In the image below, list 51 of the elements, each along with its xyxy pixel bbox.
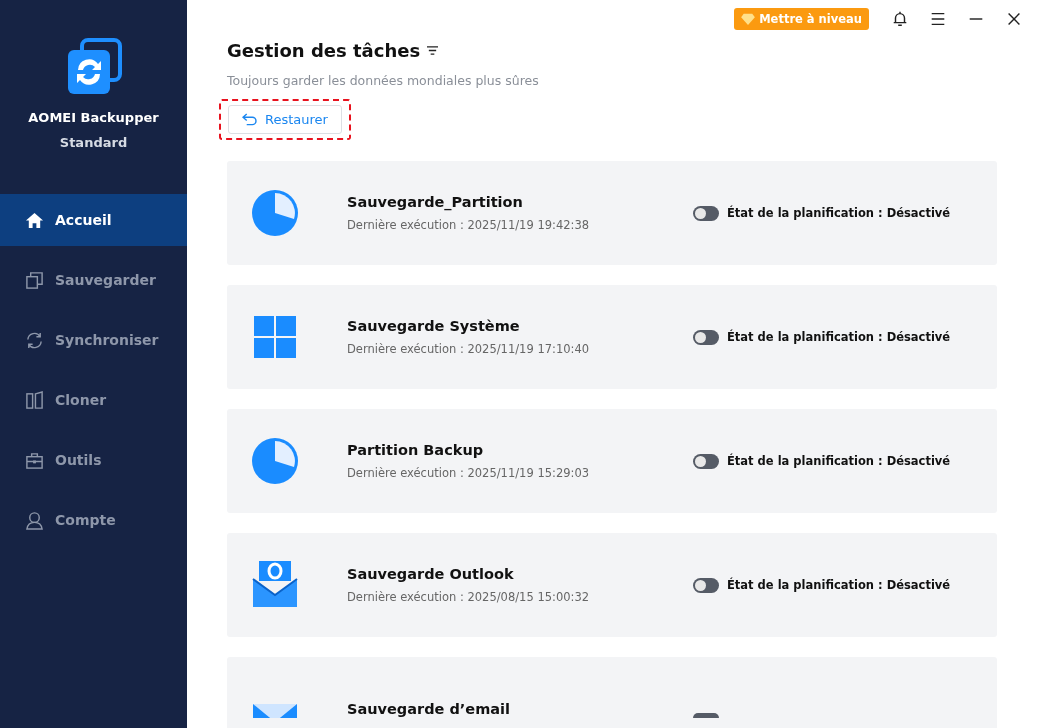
sync-icon bbox=[25, 330, 44, 350]
app-name: AOMEI Backupper bbox=[28, 110, 159, 125]
app-edition: Standard bbox=[59, 135, 128, 150]
schedule-toggle[interactable] bbox=[693, 713, 719, 718]
task-card[interactable]: Partition Backup Dernière exécution : 2025/11/19 15:29:03 État de la planification : Désactivé bbox=[227, 409, 997, 513]
page-title: Gestion des tâches bbox=[227, 40, 421, 61]
bell-icon[interactable] bbox=[891, 10, 909, 28]
task-card[interactable]: Sauvegarde d’email bbox=[227, 657, 997, 728]
filter-icon[interactable] bbox=[426, 45, 440, 56]
toolbox-icon bbox=[25, 450, 44, 470]
envelope-icon bbox=[251, 704, 299, 718]
mail-icon bbox=[251, 561, 299, 609]
schedule-status: État de la planification : Désactivé bbox=[727, 330, 951, 344]
sidebar-item[interactable]: Outils bbox=[0, 434, 187, 486]
columns-icon bbox=[25, 390, 44, 410]
sidebar-item[interactable]: Synchroniser bbox=[0, 314, 187, 366]
task-name: Sauvegarde d’email bbox=[347, 701, 511, 717]
sidebar-item[interactable]: Cloner bbox=[0, 374, 187, 426]
schedule-status: État de la planification : Désactivé bbox=[727, 578, 951, 592]
task-card[interactable]: Sauvegarde_Partition Dernière exécution : 2025/11/19 19:42:38 État de la planification : Désactivé bbox=[227, 161, 997, 265]
sidebar-item[interactable]: Compte bbox=[0, 494, 187, 546]
diamond-icon bbox=[741, 13, 756, 25]
schedule-toggle[interactable] bbox=[693, 577, 719, 593]
schedule-toggle[interactable] bbox=[693, 329, 719, 345]
close-icon[interactable] bbox=[1005, 10, 1023, 28]
page-subtitle: Toujours garder les données mondiales plus sûres bbox=[227, 73, 540, 88]
last-run-text: Dernière exécution : 2025/11/19 19:42:38 bbox=[347, 218, 591, 232]
last-run-text: Dernière exécution : 2025/08/15 15:00:32 bbox=[347, 590, 591, 604]
menu-icon[interactable] bbox=[929, 10, 947, 28]
undo-icon bbox=[242, 113, 257, 126]
home-icon bbox=[25, 210, 44, 230]
pie-chart-icon bbox=[251, 437, 299, 485]
last-run-text: Dernière exécution : 2025/11/19 15:29:03 bbox=[347, 466, 591, 480]
task-name: Sauvegarde Système bbox=[347, 318, 521, 334]
last-run-text: Dernière exécution : 2025/11/19 17:10:40 bbox=[347, 342, 591, 356]
schedule-toggle[interactable] bbox=[693, 453, 719, 469]
schedule-toggle[interactable] bbox=[693, 205, 719, 221]
copy-icon bbox=[25, 270, 44, 290]
schedule-status: État de la planification : Désactivé bbox=[727, 454, 951, 468]
pie-chart-icon bbox=[251, 189, 299, 237]
task-card[interactable]: Sauvegarde Système Dernière exécution : 2025/11/19 17:10:40 État de la planification : Désactivé bbox=[227, 285, 997, 389]
task-name: Partition Backup bbox=[347, 442, 485, 458]
schedule-status: État de la planification : Désactivé bbox=[727, 206, 951, 220]
sidebar-item[interactable]: Accueil bbox=[0, 194, 187, 246]
windows-icon bbox=[251, 313, 299, 361]
task-card[interactable]: Sauvegarde Outlook Dernière exécution : 2025/08/15 15:00:32 État de la planification : Désactivé bbox=[227, 533, 997, 637]
user-icon bbox=[25, 510, 44, 530]
task-name: Sauvegarde Outlook bbox=[347, 566, 515, 582]
restore-button[interactable]: Restaurer bbox=[228, 105, 342, 134]
sidebar-item[interactable]: Sauvegarder bbox=[0, 254, 187, 306]
task-name: Sauvegarde_Partition bbox=[347, 194, 524, 210]
